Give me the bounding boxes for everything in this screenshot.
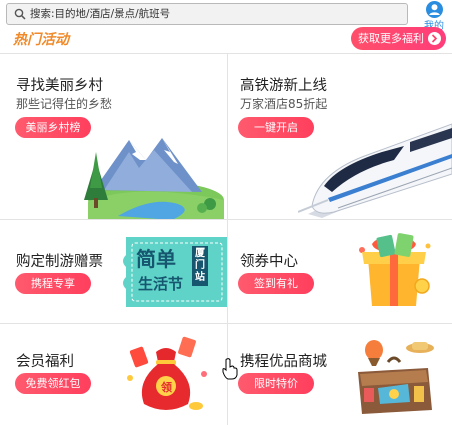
limited-offer-button[interactable]: 限时特价	[238, 373, 314, 394]
user-icon	[426, 1, 443, 18]
ctrip-exclusive-button[interactable]: 携程专享	[15, 273, 91, 294]
search-box[interactable]	[6, 3, 408, 25]
card-ctrip-mall[interactable]: 携程优品商城 限时特价	[228, 324, 452, 425]
card-title: 购定制游赠票	[16, 254, 103, 270]
card-custom-tour[interactable]: 购定制游赠票 携程专享 简单 生活节 厦门站	[0, 220, 227, 323]
sign-in-gift-button[interactable]: 签到有礼	[238, 273, 314, 294]
suitcase-illustration	[358, 340, 434, 414]
search-input[interactable]	[30, 6, 400, 22]
mountain-lake-illustration	[84, 138, 224, 219]
card-beautiful-village[interactable]: 寻找美丽乡村 那些记得住的乡愁 美丽乡村榜	[0, 54, 227, 219]
card-coupon-center[interactable]: 领券中心 签到有礼	[228, 220, 452, 323]
hot-activities-header: 热门活动 获取更多福利	[0, 24, 452, 53]
ticket-tag: 厦门站	[192, 246, 208, 286]
card-member-benefits[interactable]: 会员福利 免费领红包 领	[0, 324, 227, 425]
card-title: 会员福利	[16, 354, 74, 370]
more-benefits-button[interactable]: 获取更多福利	[351, 27, 446, 50]
gift-box-illustration	[359, 233, 431, 306]
free-red-packet-button[interactable]: 免费领红包	[15, 373, 91, 394]
hot-activities-title: 热门活动	[13, 32, 69, 48]
more-benefits-label: 获取更多福利	[358, 32, 424, 45]
card-high-speed-rail[interactable]: 高铁游新上线 万家酒店85折起 一键开启	[228, 54, 452, 219]
high-speed-train-illustration	[298, 123, 452, 218]
bag-char: 领	[161, 381, 172, 394]
hand-cursor-icon	[222, 358, 238, 380]
card-title: 领券中心	[240, 254, 298, 270]
card-title: 寻找美丽乡村	[16, 78, 103, 94]
search-icon	[14, 8, 26, 20]
chevron-right-icon	[428, 32, 441, 45]
ticket-main-text: 简单	[136, 247, 176, 271]
card-title: 携程优品商城	[240, 354, 327, 370]
card-subtitle: 那些记得住的乡愁	[16, 97, 113, 111]
red-envelope-bag-illustration: 领	[122, 334, 214, 418]
ticket-sub-text: 生活节	[138, 275, 184, 293]
card-title: 高铁游新上线	[240, 78, 327, 94]
ticket-illustration: 简单 生活节 厦门站	[120, 237, 227, 307]
